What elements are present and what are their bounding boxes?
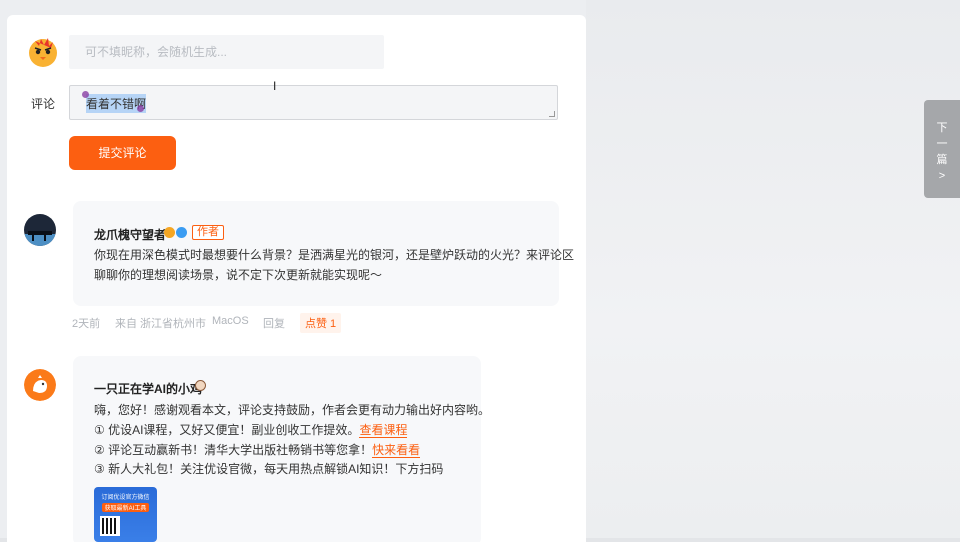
comment-greeting: 嗨，您好！感谢观看本文，评论支持鼓励，作者会更有动力输出好内容哟。: [94, 403, 491, 417]
avatar-longzhuahuai[interactable]: [24, 214, 56, 246]
nickname-input[interactable]: [69, 35, 384, 69]
avatar-xiaoji[interactable]: [24, 369, 56, 401]
comment-text-line: ② 评论互动赢新书！清华大学出版社畅销书等您拿！快来看看: [94, 443, 421, 458]
selection-handle-start[interactable]: [82, 91, 89, 98]
submit-comment-button[interactable]: 提交评论: [69, 136, 176, 170]
page-background: [586, 0, 960, 542]
comment-text-line: ① 优设AI课程，又好又便宜！副业创收工作提效。查看课程: [94, 423, 408, 438]
text-cursor-icon: I: [273, 79, 277, 93]
comment-author[interactable]: 一只正在学AI的小鸡: [94, 380, 202, 397]
level-badge-icon: [164, 227, 175, 238]
comment-text-line: 聊聊你的理想阅读场景，说不定下次更新就能实现呢～: [94, 268, 383, 282]
like-button[interactable]: 点赞 1: [300, 313, 342, 333]
comment-text-line: ③ 新人大礼包！关注优设官微，每天用热点解锁AI知识！下方扫码: [94, 462, 444, 476]
next-article-tab[interactable]: 下 一 篇 >: [924, 100, 960, 198]
comment-textarea[interactable]: 看着不错啊: [69, 85, 558, 120]
qr-subtitle: 获取最新AI工具: [102, 503, 149, 512]
robot-badge-icon: [195, 380, 206, 391]
reply-button[interactable]: 回复: [263, 315, 285, 331]
author-badge: 作者: [192, 225, 224, 240]
selection-handle-end[interactable]: [137, 105, 144, 112]
comment-text-line: 你现在用深色模式时最想要什么背景？是洒满星光的银河，还是壁炉跃动的火光？来评论区: [94, 248, 575, 262]
comment-label: 评论: [31, 97, 56, 111]
book-link[interactable]: 快来看看: [372, 443, 421, 458]
user-avatar-chick-icon: [29, 38, 57, 67]
comment-time: 2天前: [72, 318, 101, 330]
qr-code-icon: [100, 516, 120, 536]
qr-title: 订阅优设官方微信: [101, 495, 150, 501]
vip-badge-icon: [176, 227, 187, 238]
wechat-qr-image: 订阅优设官方微信 获取最新AI工具: [94, 487, 157, 542]
resize-grip-icon[interactable]: [549, 111, 555, 117]
comment-author[interactable]: 龙爪槐守望者: [94, 226, 166, 243]
comment-location: 来自 浙江省杭州市: [115, 318, 207, 330]
chevron-right-icon: >: [938, 170, 946, 182]
comment-os: MacOS: [212, 315, 249, 327]
course-link[interactable]: 查看课程: [359, 423, 408, 438]
